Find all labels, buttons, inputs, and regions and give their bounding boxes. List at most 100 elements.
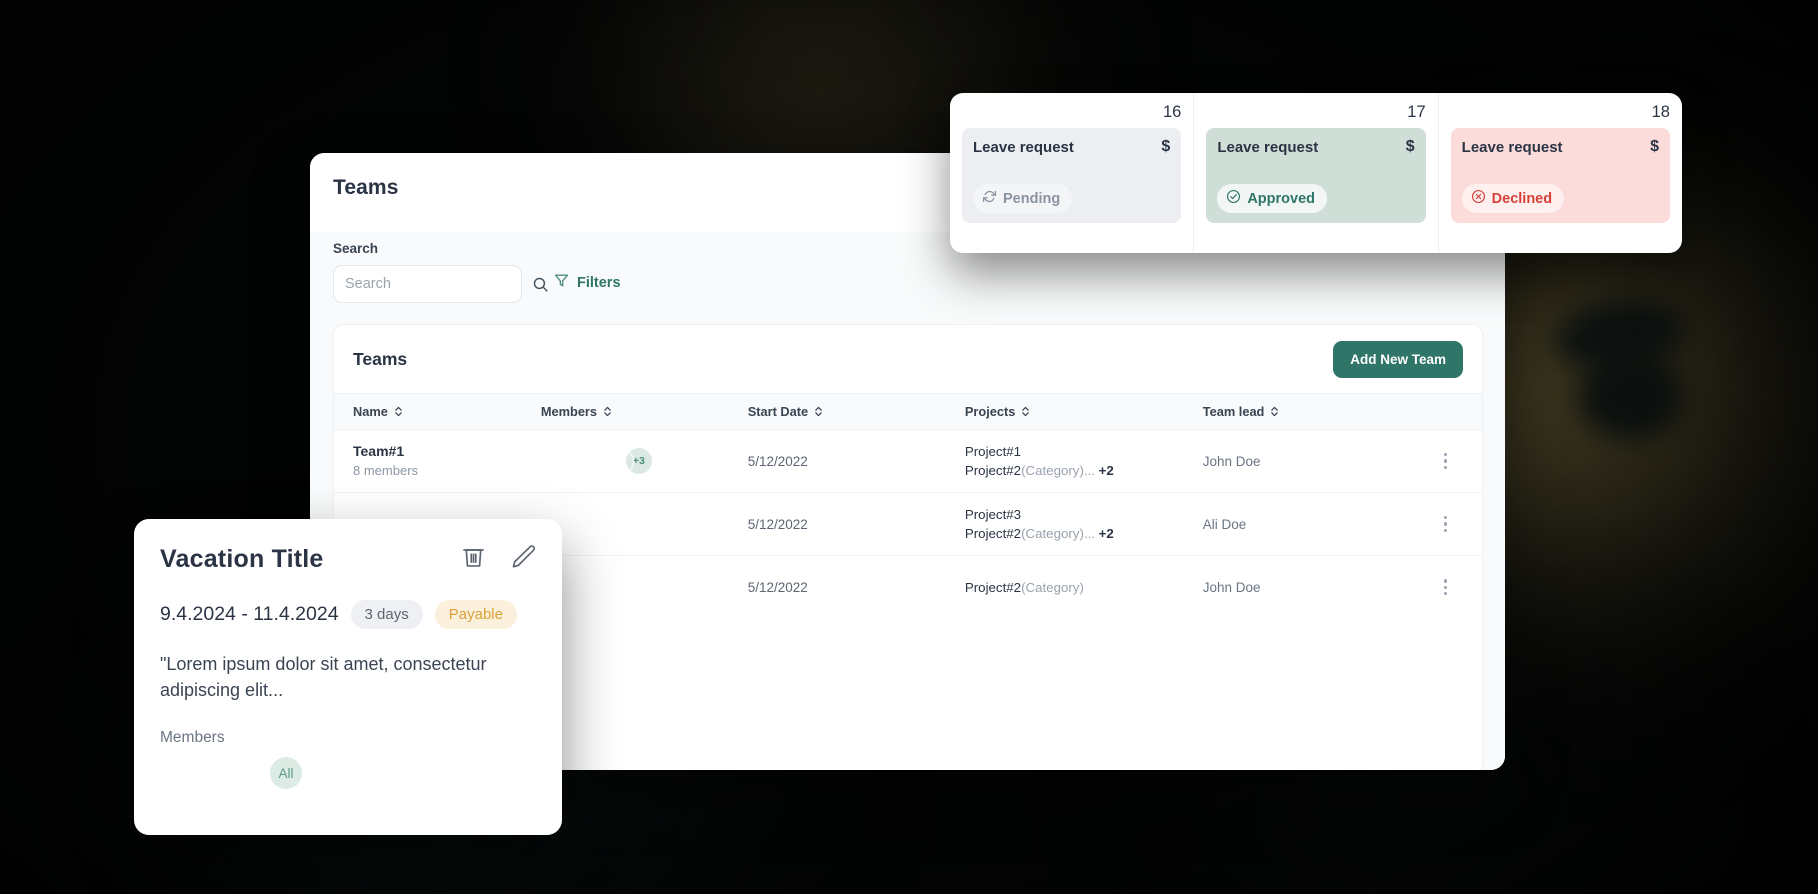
leave-request-cards-panel: 16 Leave request $ Pending 17 Leave requ… bbox=[950, 93, 1682, 253]
leave-request-card[interactable]: Leave request $ Pending bbox=[962, 128, 1182, 224]
leave-request-day-column: 17 Leave request $ Approved bbox=[1194, 93, 1439, 253]
column-label-members: Members bbox=[540, 404, 598, 419]
status-label: Declined bbox=[1491, 190, 1553, 207]
day-number: 18 bbox=[1651, 103, 1670, 121]
sort-icon bbox=[1270, 405, 1279, 418]
project-secondary-name: Project#2 bbox=[964, 526, 1022, 541]
team-lead-name: John Doe bbox=[1202, 579, 1261, 595]
vacation-date-range: 9.4.2024 - 11.4.2024 bbox=[160, 603, 339, 625]
column-header-name[interactable]: Name bbox=[334, 393, 541, 430]
leave-request-day-column: 18 Leave request $ Declined bbox=[1439, 93, 1682, 253]
sort-icon bbox=[814, 405, 823, 418]
project-primary: Project#1 bbox=[964, 443, 1022, 459]
vacation-detail-card: Vacation Title 9.4.2024 - 11.4.2024 3 da… bbox=[134, 519, 562, 835]
table-row[interactable]: Team#1 8 members +3 5/12/2022 Project#1 … bbox=[334, 429, 1482, 493]
column-header-team-lead[interactable]: Team lead bbox=[1202, 393, 1410, 430]
team-lead-name: Ali Doe bbox=[1202, 516, 1247, 532]
leave-request-title: Leave request bbox=[1217, 138, 1319, 156]
close-circle-icon bbox=[1471, 189, 1486, 208]
avatar-stack[interactable] bbox=[540, 574, 748, 600]
cell-members bbox=[540, 492, 748, 556]
vacation-avatar-stack: All bbox=[160, 757, 536, 790]
column-label-team-lead: Team lead bbox=[1202, 404, 1265, 419]
cell-projects: Project#1 Project#2(Category)... +2 bbox=[964, 429, 1203, 493]
table-header-bar: Teams Add New Team bbox=[334, 325, 1482, 393]
leave-request-card-header: Leave request $ bbox=[1462, 138, 1659, 156]
vacation-meta-row: 9.4.2024 - 11.4.2024 3 days Payable bbox=[160, 600, 536, 629]
status-badge: Approved bbox=[1217, 184, 1327, 214]
row-menu-icon[interactable] bbox=[1410, 453, 1482, 469]
leave-request-card[interactable]: Leave request $ Approved bbox=[1206, 128, 1426, 224]
vacation-title: Vacation Title bbox=[160, 544, 324, 573]
team-member-count: 8 members bbox=[353, 462, 419, 478]
project-secondary: Project#2(Category)... +2 bbox=[965, 524, 1203, 543]
cell-team-lead: John Doe bbox=[1202, 429, 1410, 493]
edit-pencil-icon[interactable] bbox=[509, 543, 536, 575]
project-secondary-name: Project#2 bbox=[964, 579, 1022, 595]
search-box[interactable] bbox=[333, 265, 548, 303]
vacation-card-header: Vacation Title bbox=[160, 543, 536, 575]
leave-request-card[interactable]: Leave request $ Declined bbox=[1450, 128, 1670, 224]
vacation-description: "Lorem ipsum dolor sit amet, consectetur… bbox=[160, 654, 487, 701]
project-secondary: Project#2(Category)... +2 bbox=[965, 461, 1203, 480]
column-header-projects[interactable]: Projects bbox=[964, 393, 1203, 430]
cell-members bbox=[540, 556, 748, 619]
status-label: Approved bbox=[1247, 190, 1315, 207]
currency-icon: $ bbox=[1650, 138, 1659, 156]
cell-name: Team#1 8 members bbox=[334, 429, 541, 493]
status-badge: Declined bbox=[1461, 184, 1565, 214]
column-header-members[interactable]: Members bbox=[540, 393, 748, 430]
project-secondary-category: (Category) bbox=[1021, 579, 1084, 595]
avatar-stack[interactable]: +3 bbox=[540, 448, 748, 474]
cell-projects: Project#2(Category) bbox=[965, 556, 1203, 619]
leave-request-card-header: Leave request $ bbox=[1217, 138, 1414, 156]
avatar bbox=[608, 448, 634, 474]
cell-team-lead: Ali Doe bbox=[1202, 492, 1410, 556]
cell-start-date: 5/12/2022 bbox=[747, 492, 965, 556]
column-header-actions bbox=[1409, 393, 1482, 430]
cell-actions bbox=[1410, 556, 1482, 619]
row-menu-icon[interactable] bbox=[1410, 579, 1482, 596]
project-primary: Project#3 bbox=[964, 506, 1022, 522]
row-menu-icon[interactable] bbox=[1410, 516, 1482, 532]
team-name: Team#1 bbox=[353, 442, 405, 459]
filter-icon bbox=[553, 272, 570, 294]
cell-projects: Project#3 Project#2(Category)... +2 bbox=[964, 492, 1203, 556]
filters-button[interactable]: Filters bbox=[553, 272, 621, 294]
status-label: Pending bbox=[1003, 190, 1061, 207]
project-overflow-count: +2 bbox=[1098, 526, 1114, 541]
leave-request-card-header: Leave request $ bbox=[973, 138, 1170, 156]
project-secondary: Project#2(Category) bbox=[965, 578, 1203, 597]
search-icon bbox=[532, 276, 549, 293]
status-badge: Pending bbox=[973, 184, 1073, 214]
currency-icon: $ bbox=[1161, 138, 1171, 156]
column-header-start-date[interactable]: Start Date bbox=[747, 393, 965, 430]
avatar-stack[interactable] bbox=[540, 511, 748, 537]
table-head: Name Members Start Date Projects Team le… bbox=[334, 393, 1482, 430]
cell-start-date: 5/12/2022 bbox=[747, 429, 965, 493]
table-header-row: Name Members Start Date Projects Team le… bbox=[334, 393, 1482, 430]
search-label: Search bbox=[333, 241, 379, 256]
cell-members: +3 bbox=[540, 429, 748, 493]
column-label-start-date: Start Date bbox=[747, 404, 809, 419]
check-circle-icon bbox=[1226, 189, 1241, 208]
duration-badge: 3 days bbox=[350, 600, 423, 629]
day-number: 17 bbox=[1407, 103, 1426, 121]
trash-icon[interactable] bbox=[460, 543, 487, 575]
view-all-members-button[interactable]: All bbox=[270, 757, 302, 790]
cell-actions bbox=[1409, 492, 1482, 556]
project-overflow-count: +2 bbox=[1098, 463, 1114, 478]
day-number: 16 bbox=[1162, 103, 1182, 121]
vacation-card-actions bbox=[460, 543, 536, 575]
payable-badge: Payable bbox=[434, 600, 517, 629]
search-input[interactable] bbox=[345, 276, 532, 292]
currency-icon: $ bbox=[1405, 138, 1415, 156]
sort-icon bbox=[603, 405, 612, 418]
vacation-members-label: Members bbox=[160, 729, 225, 747]
add-new-team-button[interactable]: Add New Team bbox=[1333, 340, 1463, 378]
filters-label: Filters bbox=[577, 275, 621, 291]
leave-request-title: Leave request bbox=[1461, 138, 1563, 156]
page-title: Teams bbox=[333, 176, 399, 199]
team-lead-name: John Doe bbox=[1202, 453, 1261, 469]
cell-team-lead: John Doe bbox=[1203, 556, 1410, 619]
